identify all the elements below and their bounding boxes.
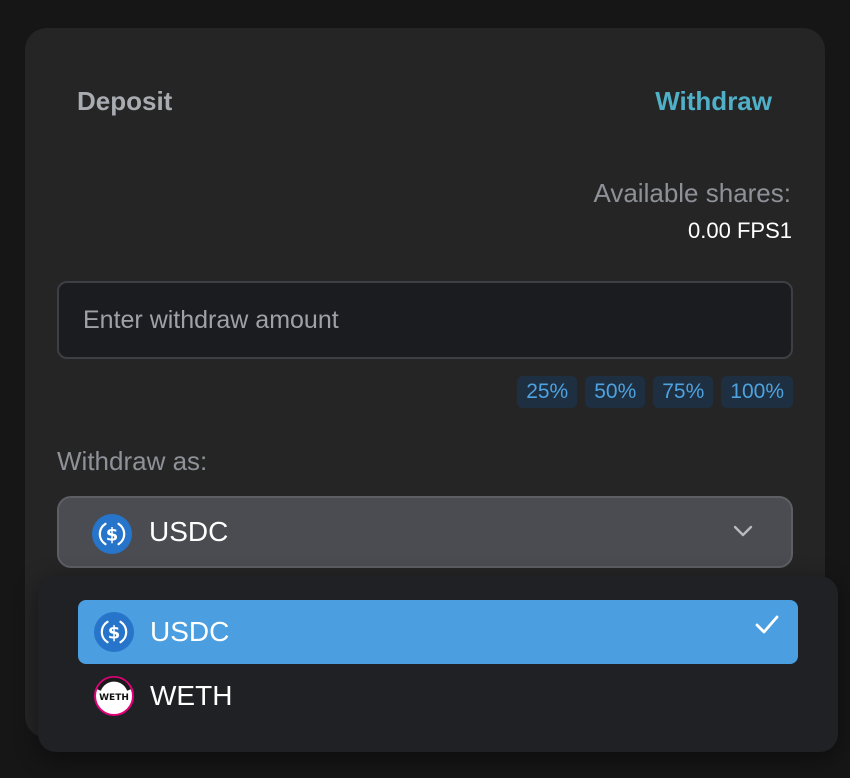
usdc-icon: $ xyxy=(92,514,132,559)
svg-text:WETH: WETH xyxy=(99,693,129,703)
withdraw-as-label: Withdraw as: xyxy=(57,446,208,476)
option-label: USDC xyxy=(150,616,230,647)
tab-deposit[interactable]: Deposit xyxy=(77,86,172,117)
percent-buttons: 25% 50% 75% 100% xyxy=(517,376,793,408)
dropdown-option-usdc[interactable]: $ USDC xyxy=(78,600,798,664)
percent-75-button[interactable]: 75% xyxy=(653,376,714,408)
percent-100-button[interactable]: 100% xyxy=(721,376,793,408)
available-shares-label: Available shares: xyxy=(593,178,791,208)
usdc-icon: $ xyxy=(94,612,134,657)
checkmark-icon xyxy=(754,614,780,641)
percent-25-button[interactable]: 25% xyxy=(517,376,578,408)
withdraw-amount-input[interactable] xyxy=(57,281,793,359)
selected-token-label: USDC xyxy=(149,516,229,547)
tab-withdraw[interactable]: Withdraw xyxy=(655,86,772,117)
dropdown-option-weth[interactable]: WETH WETH xyxy=(78,664,798,728)
percent-50-button[interactable]: 50% xyxy=(585,376,646,408)
option-label: WETH xyxy=(150,680,233,711)
available-shares-value: 0.00 FPS1 xyxy=(688,218,792,243)
svg-text:$: $ xyxy=(108,623,121,644)
token-dropdown-menu: $ USDC WETH WETH xyxy=(38,576,838,752)
chevron-down-icon xyxy=(733,524,753,542)
svg-text:$: $ xyxy=(106,525,119,546)
weth-icon: WETH xyxy=(94,676,134,721)
withdraw-token-select[interactable]: $ USDC xyxy=(57,496,793,568)
